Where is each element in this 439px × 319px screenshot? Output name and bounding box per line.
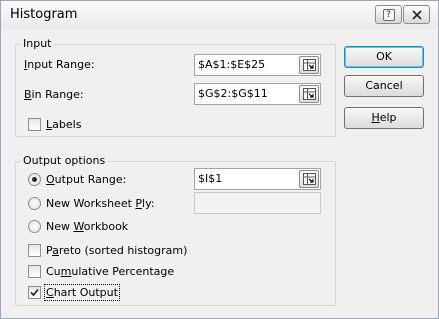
- output-range-radio[interactable]: [28, 173, 41, 186]
- input-group-label: Input: [21, 37, 54, 50]
- titlebar-close-button[interactable]: [403, 5, 430, 24]
- close-icon: [411, 9, 422, 20]
- labels-checkbox[interactable]: [28, 118, 41, 131]
- window-title: Histogram: [10, 7, 78, 22]
- ok-button[interactable]: OK: [344, 46, 424, 68]
- new-workbook-radio[interactable]: [28, 220, 41, 233]
- checkmark-icon: [30, 288, 39, 297]
- bin-range-field[interactable]: $G$2:$G$11: [194, 83, 321, 105]
- cumulative-percentage-checkbox-label[interactable]: Cumulative Percentage: [46, 265, 174, 278]
- titlebar-help-button[interactable]: ?: [375, 5, 402, 24]
- chart-output-checkbox[interactable]: [28, 286, 41, 299]
- labels-checkbox-label[interactable]: Labels: [46, 118, 81, 131]
- bin-range-label: Bin Range:: [24, 88, 84, 101]
- input-range-collapse-button[interactable]: [299, 56, 319, 74]
- output-options-label: Output options: [21, 154, 108, 167]
- new-worksheet-radio-label[interactable]: New Worksheet Ply:: [46, 197, 155, 210]
- title-bar[interactable]: Histogram ?: [1, 1, 438, 29]
- input-range-field[interactable]: $A$1:$E$25: [194, 54, 321, 76]
- bin-range-value[interactable]: $G$2:$G$11: [198, 87, 268, 100]
- cumulative-percentage-checkbox[interactable]: [28, 265, 41, 278]
- new-worksheet-radio[interactable]: [28, 197, 41, 210]
- range-collapse-icon: [303, 173, 316, 185]
- pareto-checkbox-label[interactable]: Pareto (sorted histogram): [46, 244, 187, 257]
- range-collapse-icon: [303, 59, 316, 71]
- input-range-label: Input Range:: [24, 58, 95, 71]
- output-range-value[interactable]: $I$1: [198, 172, 222, 185]
- chart-output-checkbox-label[interactable]: Chart Output: [44, 284, 120, 301]
- question-icon: ?: [382, 8, 395, 21]
- output-range-collapse-button[interactable]: [299, 170, 319, 188]
- range-collapse-icon: [303, 88, 316, 100]
- output-range-radio-label[interactable]: Output Range:: [46, 173, 126, 186]
- new-workbook-radio-label[interactable]: New Workbook: [46, 220, 128, 233]
- input-range-value[interactable]: $A$1:$E$25: [198, 58, 265, 71]
- help-button[interactable]: Help: [344, 107, 424, 129]
- new-worksheet-field[interactable]: [194, 192, 321, 214]
- bin-range-collapse-button[interactable]: [299, 85, 319, 103]
- pareto-checkbox[interactable]: [28, 244, 41, 257]
- histogram-dialog: Histogram ? Input Input Range: $A$1:$E$2…: [0, 0, 439, 319]
- cancel-button[interactable]: Cancel: [344, 75, 424, 97]
- output-range-field[interactable]: $I$1: [194, 168, 321, 190]
